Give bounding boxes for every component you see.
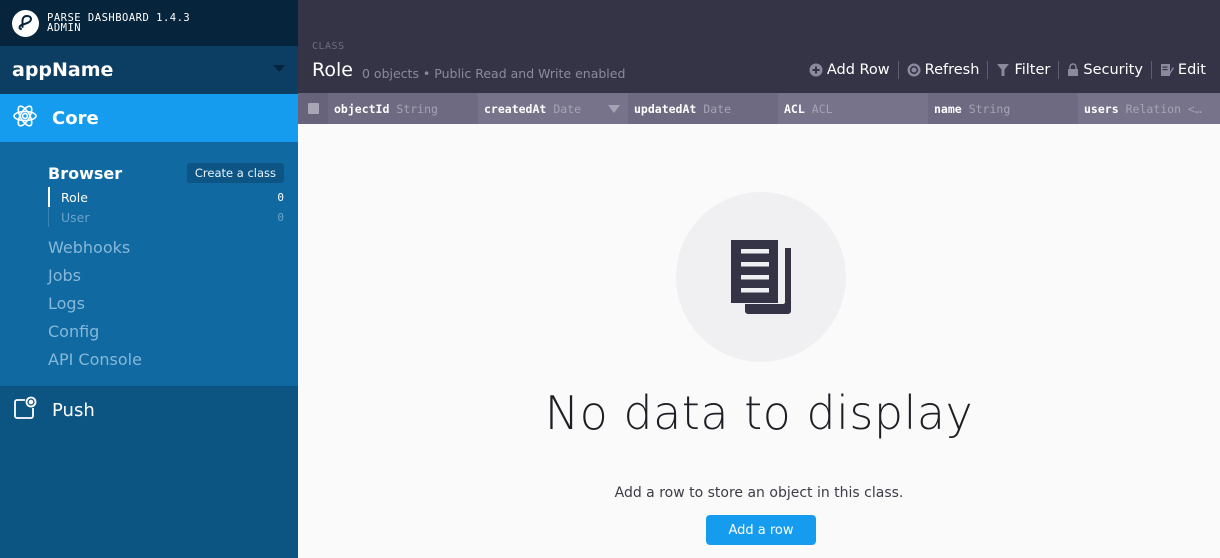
column-type: Relation <… [1125, 101, 1202, 116]
sidebar: PARSE DASHBOARD 1.4.3 ADMIN appName Core… [0, 0, 298, 558]
column-header-createdat[interactable]: createdAt Date [478, 93, 628, 124]
push-notification-icon [12, 395, 38, 425]
column-type: Date [703, 101, 732, 116]
class-count: 0 [277, 190, 284, 204]
column-type: Date [553, 101, 582, 116]
column-header-bar: objectId String createdAt Date updatedAt… [298, 93, 1220, 124]
empty-state-description: Add a row to store an object in this cla… [614, 485, 904, 501]
brand-title: PARSE DASHBOARD 1.4.3 ADMIN [47, 13, 190, 34]
sidebar-item-webhooks[interactable]: Webhooks [48, 234, 284, 262]
sidebar-section-push[interactable]: Push [0, 386, 298, 434]
toolbar: Add Row Refresh Filter Security Edit [801, 58, 1214, 82]
sidebar-section-core[interactable]: Core [0, 94, 298, 142]
sidebar-item-api-console[interactable]: API Console [48, 346, 284, 374]
column-header-name[interactable]: name String [928, 93, 1078, 124]
empty-state-title: No data to display [544, 386, 974, 440]
page-title: Role [312, 59, 353, 81]
column-header-users[interactable]: users Relation <… [1078, 93, 1220, 124]
class-name: Role [61, 189, 88, 205]
refresh-button[interactable]: Refresh [899, 62, 988, 78]
create-class-button[interactable]: Create a class [186, 163, 284, 183]
select-all-checkbox-cell [298, 93, 328, 124]
edit-label: Edit [1177, 62, 1206, 78]
add-row-toolbar-button[interactable]: Add Row [801, 62, 898, 78]
edit-icon [1160, 64, 1174, 76]
app-selector[interactable]: appName [0, 46, 298, 94]
sidebar-item-logs[interactable]: Logs [48, 290, 284, 318]
class-count: 0 [277, 210, 284, 224]
parse-logo-icon[interactable] [12, 9, 39, 37]
column-name: objectId [334, 101, 390, 116]
filter-label: Filter [1014, 62, 1051, 78]
column-type: String [968, 101, 1011, 116]
column-name: updatedAt [634, 101, 697, 116]
brand-header: PARSE DASHBOARD 1.4.3 ADMIN [0, 0, 298, 46]
plus-circle-icon [809, 63, 823, 77]
atom-icon [12, 103, 38, 133]
sidebar-section-push-label: Push [52, 399, 95, 421]
sidebar-section-core-label: Core [52, 107, 99, 129]
class-meta: 0 objects • Public Read and Write enable… [362, 66, 626, 81]
add-a-row-button[interactable]: Add a row [706, 515, 816, 545]
select-all-checkbox[interactable] [307, 103, 319, 114]
class-item-role[interactable]: Role 0 [48, 187, 284, 207]
column-header-updatedat[interactable]: updatedAt Date [628, 93, 778, 124]
refresh-icon [907, 63, 921, 77]
chevron-down-icon [273, 64, 285, 72]
class-list: Role 0 User 0 [48, 187, 284, 227]
column-type: String [396, 101, 438, 116]
column-type: ACL [811, 101, 833, 116]
column-name: ACL [784, 101, 805, 116]
empty-state-illustration [676, 192, 846, 362]
security-button[interactable]: Security [1059, 62, 1151, 78]
core-nav-links: Webhooks Jobs Logs Config API Console [48, 234, 284, 374]
security-label: Security [1083, 62, 1143, 78]
filter-button[interactable]: Filter [988, 62, 1058, 78]
class-name: User [61, 209, 90, 225]
sidebar-item-browser[interactable]: Browser [48, 164, 122, 183]
filter-icon [997, 64, 1010, 76]
column-name: name [934, 101, 962, 116]
sidebar-item-jobs[interactable]: Jobs [48, 262, 284, 290]
sidebar-item-config[interactable]: Config [48, 318, 284, 346]
browser-header: Browser Create a class [48, 162, 284, 184]
documents-icon [731, 240, 791, 314]
core-subsection: Browser Create a class Role 0 User 0 Web… [0, 142, 298, 386]
brand-subtitle: ADMIN [47, 22, 82, 34]
column-header-acl[interactable]: ACL ACL [778, 93, 928, 124]
empty-state: No data to display Add a row to store an… [298, 124, 1220, 558]
section-label: CLASS [312, 41, 345, 52]
column-name: createdAt [484, 101, 547, 116]
add-row-label: Add Row [826, 62, 890, 78]
refresh-label: Refresh [924, 62, 980, 78]
app-name: appName [12, 59, 114, 81]
column-name: users [1084, 101, 1119, 116]
class-item-user[interactable]: User 0 [48, 207, 284, 227]
column-header-objectid[interactable]: objectId String [328, 93, 478, 124]
sort-descending-icon[interactable] [608, 105, 620, 113]
lock-icon [1068, 63, 1079, 76]
edit-button[interactable]: Edit [1152, 62, 1214, 78]
class-header: CLASS Role 0 objects • Public Read and W… [298, 0, 1220, 93]
